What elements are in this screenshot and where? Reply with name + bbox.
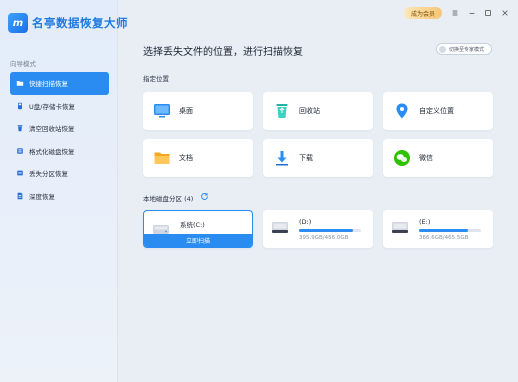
maximize-icon[interactable] — [481, 6, 495, 20]
hard-disk-icon — [392, 222, 408, 233]
location-label: 自定义位置 — [419, 107, 454, 115]
location-desktop[interactable]: 桌面 — [143, 92, 253, 130]
recycle-bin-icon — [273, 102, 291, 120]
page-title: 选择丢失文件的位置，进行扫描恢复 — [143, 47, 303, 58]
menu-icon[interactable] — [448, 6, 462, 20]
format-disk-icon — [16, 147, 24, 155]
minimize-icon[interactable] — [465, 6, 479, 20]
location-wechat[interactable]: 微信 — [383, 139, 493, 177]
app-title: 名亭数据恢复大师 — [32, 16, 128, 30]
trash-icon — [16, 124, 24, 132]
main-content: 选择丢失文件的位置，进行扫描恢复 切换至专家模式 指定位置 桌面 回收站 自定义… — [118, 28, 518, 382]
sidebar-item-label: U盘/存储卡恢复 — [29, 102, 75, 111]
disk-usage-bar — [299, 229, 361, 232]
disk-d[interactable]: (D:) 395.9GB/456.0GB — [263, 210, 373, 248]
sidebar-item-lost-partition[interactable]: 丢失分区恢复 — [10, 162, 109, 185]
disk-size: 366.6GB/465.5GB — [419, 235, 469, 241]
location-downloads[interactable]: 下载 — [263, 139, 373, 177]
sidebar-item-label: 格式化磁盘恢复 — [29, 147, 75, 156]
sidebar-nav: 快捷扫描恢复 U盘/存储卡恢复 清空回收站恢复 格式化磁盘恢复 丢失分区恢复 深… — [10, 72, 109, 207]
download-icon — [273, 149, 291, 167]
sidebar-item-usb-recovery[interactable]: U盘/存储卡恢复 — [10, 95, 109, 118]
expert-mode-label: 切换至专家模式 — [449, 46, 485, 53]
disk-usage-fill — [299, 229, 353, 232]
wechat-icon — [393, 149, 411, 167]
hard-disk-icon — [272, 222, 288, 233]
disk-c[interactable]: 系统(C:) 立即扫描 — [143, 210, 253, 248]
location-label: 回收站 — [299, 107, 320, 115]
upgrade-member-button[interactable]: 成为会员 — [404, 7, 442, 19]
sidebar-item-label: 深度恢复 — [29, 192, 55, 201]
desktop-icon — [153, 102, 171, 120]
toggle-knob — [439, 45, 446, 53]
sidebar-item-quick-scan[interactable]: 快捷扫描恢复 — [10, 72, 109, 95]
scan-now-button[interactable]: 立即扫描 — [144, 234, 252, 247]
disk-name: 系统(C:) — [180, 221, 205, 229]
location-label: 文档 — [179, 154, 193, 162]
location-label: 桌面 — [179, 107, 193, 115]
location-pin-icon — [393, 102, 411, 120]
disk-usage-bar — [419, 229, 481, 232]
sidebar-item-deep-recovery[interactable]: 深度恢复 — [10, 185, 109, 208]
sidebar: m 名亭数据恢复大师 向导模式 快捷扫描恢复 U盘/存储卡恢复 清空回收站恢复 — [0, 0, 128, 382]
folder-icon — [16, 79, 24, 87]
refresh-icon[interactable] — [200, 192, 209, 201]
disk-usage-fill — [419, 229, 468, 232]
app-logo: m 名亭数据恢复大师 — [8, 13, 128, 33]
logo-icon: m — [8, 13, 28, 33]
sidebar-item-label: 清空回收站恢复 — [29, 125, 75, 134]
deep-recovery-icon — [16, 192, 24, 200]
close-icon[interactable] — [498, 6, 512, 20]
disk-e[interactable]: (E:) 366.6GB/465.5GB — [383, 210, 493, 248]
title-bar: 成为会员 — [118, 0, 518, 28]
sidebar-item-format-recovery[interactable]: 格式化磁盘恢复 — [10, 140, 109, 163]
locations-section-title: 指定位置 — [143, 75, 169, 83]
documents-folder-icon — [153, 149, 171, 167]
nav-section-label: 向导模式 — [10, 60, 36, 68]
location-label: 下载 — [299, 154, 313, 162]
location-documents[interactable]: 文档 — [143, 139, 253, 177]
sidebar-item-label: 丢失分区恢复 — [29, 170, 68, 179]
location-custom[interactable]: 自定义位置 — [383, 92, 493, 130]
lost-partition-icon — [16, 169, 24, 177]
disk-name: (D:) — [299, 218, 312, 226]
expert-mode-toggle[interactable]: 切换至专家模式 — [436, 43, 492, 55]
disk-size: 395.9GB/456.0GB — [299, 235, 349, 241]
disks-section-title: 本地磁盘分区 (4) — [143, 195, 194, 203]
location-recycle-bin[interactable]: 回收站 — [263, 92, 373, 130]
usb-drive-icon — [16, 102, 24, 110]
disk-name: (E:) — [419, 218, 431, 226]
sidebar-item-recycle-recovery[interactable]: 清空回收站恢复 — [10, 117, 109, 140]
sidebar-item-label: 快捷扫描恢复 — [29, 80, 68, 89]
location-label: 微信 — [419, 154, 433, 162]
